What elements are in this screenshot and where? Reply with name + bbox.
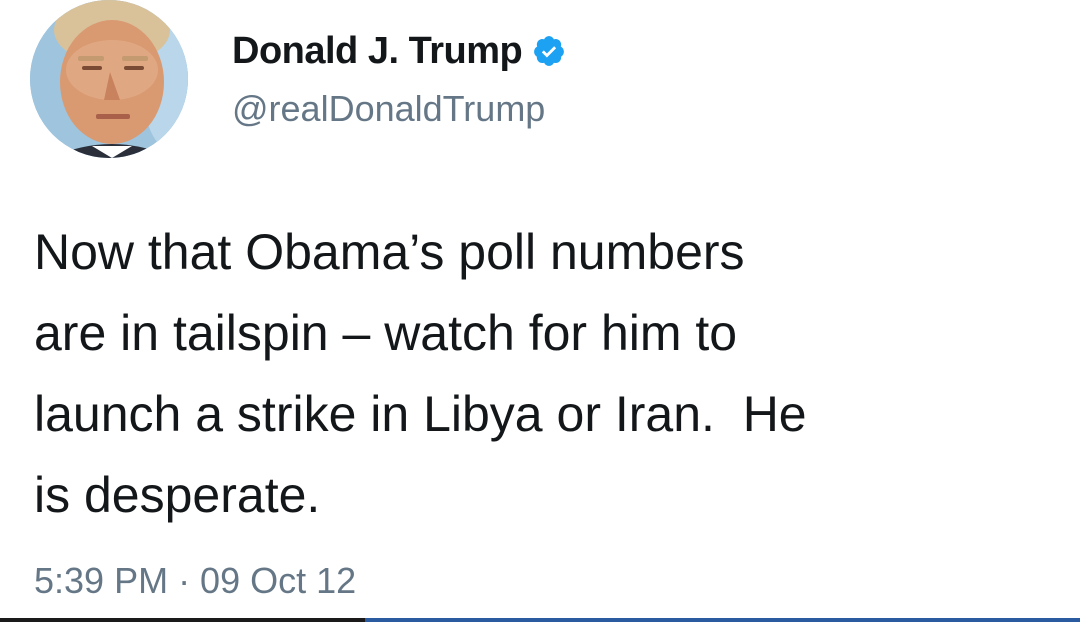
bottom-divider-accent: [365, 618, 1080, 622]
author-handle[interactable]: @realDonaldTrump: [232, 88, 545, 130]
author-name-row[interactable]: Donald J. Trump: [232, 26, 566, 76]
avatar[interactable]: [30, 0, 188, 158]
tweet-card: Donald J. Trump @realDonaldTrump Now tha…: [0, 0, 1080, 622]
author-display-name[interactable]: Donald J. Trump: [232, 30, 523, 73]
tweet-timestamp[interactable]: 5:39 PM · 09 Oct 12: [34, 560, 356, 602]
profile-photo-icon: [30, 0, 188, 158]
tweet-text: Now that Obama’s poll numbers are in tai…: [34, 224, 807, 523]
verified-badge-icon: [534, 36, 565, 66]
